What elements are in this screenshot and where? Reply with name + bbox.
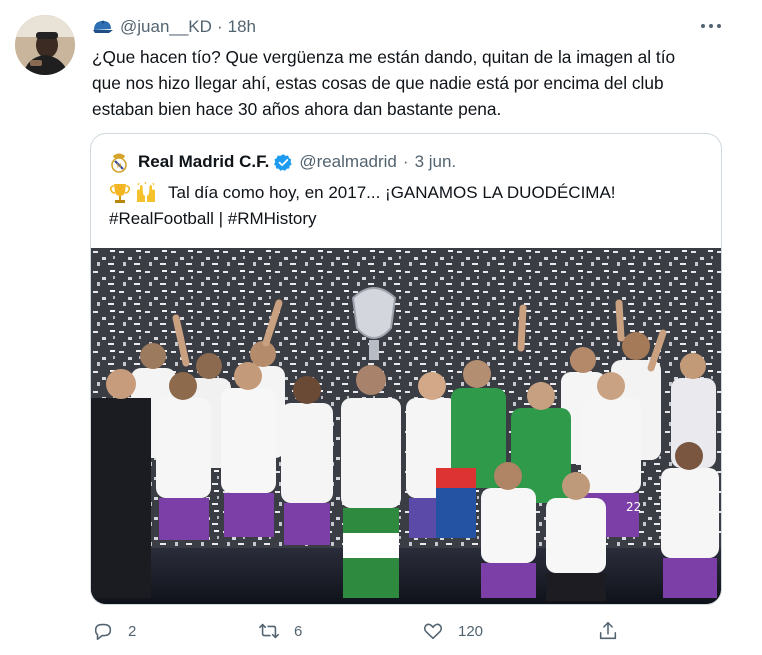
author-handle[interactable]: @juan__KD: [120, 17, 212, 37]
svg-text:M: M: [116, 163, 121, 170]
heart-icon: [423, 623, 443, 640]
share-button[interactable]: [597, 616, 619, 646]
tweet: @juan__KD · 18h ¿Que hacen tío? Que verg…: [0, 0, 762, 655]
tweet-time[interactable]: 18h: [228, 17, 256, 37]
quoted-tweet-date[interactable]: 3 jun.: [415, 152, 457, 172]
reply-icon: [94, 623, 112, 641]
verified-badge-icon: [274, 153, 293, 171]
quoted-header-separator: ·: [402, 152, 409, 171]
quoted-author-name[interactable]: Real Madrid C.F.: [138, 152, 269, 172]
raised-hands-icon: [137, 182, 155, 202]
svg-text:22: 22: [626, 500, 641, 514]
quoted-hashtags[interactable]: #RealFootball | #RMHistory: [109, 206, 709, 232]
tweet-text-line: ¿Que hacen tío? Que vergüenza me están d…: [92, 47, 676, 67]
quoted-tweet-text: Tal día como hoy, en 2017... ¡GANAMOS LA…: [109, 180, 709, 232]
quoted-tweet-header: M Real Madrid C.F. @realmadrid · 3 jun.: [109, 150, 456, 174]
cap-icon: [93, 20, 113, 33]
author-avatar[interactable]: [15, 15, 75, 75]
tweet-text-line: estaban bien hace 30 años ahora dan bast…: [92, 99, 502, 119]
quoted-tweet-card[interactable]: M Real Madrid C.F. @realmadrid · 3 jun.: [90, 133, 722, 605]
header-separator: ·: [216, 17, 223, 36]
tweet-actions: 2 6 120: [92, 616, 652, 646]
share-icon: [599, 621, 617, 640]
retweet-count: 6: [294, 622, 303, 640]
retweet-icon: [259, 623, 279, 639]
tweet-header: @juan__KD · 18h: [92, 15, 256, 39]
quoted-text-line: Tal día como hoy, en 2017... ¡GANAMOS LA…: [168, 183, 616, 202]
retweet-button[interactable]: 6: [258, 616, 302, 646]
tweet-text: ¿Que hacen tío? Que vergüenza me están d…: [92, 44, 732, 122]
like-count: 120: [458, 622, 484, 640]
trophy-icon: [110, 184, 130, 203]
reply-count: 2: [128, 622, 137, 640]
reply-button[interactable]: 2: [92, 616, 136, 646]
like-button[interactable]: 120: [422, 616, 483, 646]
quoted-author-handle[interactable]: @realmadrid: [299, 152, 397, 172]
tweet-text-line: que nos hizo llegar ahí, estas cosas de …: [92, 73, 664, 93]
team-celebration-photo[interactable]: 22: [91, 248, 721, 604]
real-madrid-crest-icon: M: [111, 153, 127, 173]
more-dots-icon[interactable]: [698, 16, 724, 36]
